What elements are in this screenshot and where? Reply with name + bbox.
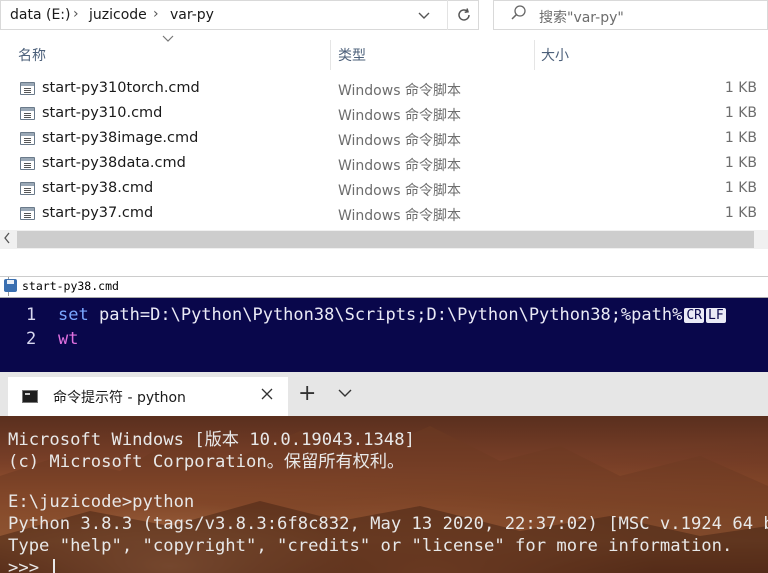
file-name: start-py310torch.cmd [42, 80, 200, 96]
line-number: 1 [26, 305, 37, 325]
chevron-down-icon[interactable] [338, 387, 352, 402]
line-number: 2 [26, 329, 37, 349]
file-size: 1 KB [724, 155, 757, 171]
file-size: 1 KB [724, 180, 757, 196]
file-size: 1 KB [724, 105, 757, 121]
file-row[interactable]: start-py38.cmd Windows 命令脚本 1 KB [0, 177, 768, 202]
refresh-button[interactable] [447, 0, 480, 30]
editor-tab-label[interactable]: start-py38.cmd [22, 279, 119, 293]
terminal-prompt-line[interactable]: >>> [8, 558, 56, 573]
cmd-file-icon [20, 132, 35, 145]
file-name: start-py38.cmd [42, 180, 154, 196]
file-type: Windows 命令脚本 [338, 208, 461, 224]
code-text: path=D:\Python\Python38\Scripts;D:\Pytho… [88, 305, 683, 325]
cmd-file-icon [20, 182, 35, 195]
file-size: 1 KB [724, 205, 757, 221]
code-editor[interactable]: 1 set path=D:\Python\Python38\Scripts;D:… [0, 298, 768, 372]
address-bar[interactable]: data (E:) › juzicode › var-py [0, 0, 479, 30]
eol-marker-lf: LF [706, 308, 726, 323]
file-type: Windows 命令脚本 [338, 133, 461, 149]
save-icon [4, 279, 17, 292]
column-header-name[interactable]: 名称 [18, 45, 46, 65]
close-icon[interactable] [261, 386, 273, 404]
file-row[interactable]: start-py38data.cmd Windows 命令脚本 1 KB [0, 152, 768, 177]
terminal-line: Python 3.8.3 (tags/v3.8.3:6f8c832, May 1… [8, 514, 768, 534]
scroll-left-icon[interactable] [3, 231, 11, 248]
search-placeholder[interactable]: 搜索"var-py" [539, 7, 624, 27]
file-type: Windows 命令脚本 [338, 183, 461, 199]
column-header-type[interactable]: 类型 [338, 45, 366, 65]
cmd-file-icon [20, 82, 35, 95]
file-size: 1 KB [724, 80, 757, 96]
chevron-down-icon[interactable] [417, 8, 431, 27]
column-divider[interactable] [330, 40, 331, 70]
file-row[interactable]: start-py38image.cmd Windows 命令脚本 1 KB [0, 127, 768, 152]
code-line[interactable]: wt [58, 329, 78, 349]
file-row[interactable]: start-py37.cmd Windows 命令脚本 1 KB [0, 202, 768, 227]
file-name: start-py38image.cmd [42, 130, 199, 146]
terminal-tab-label[interactable]: 命令提示符 - python [53, 387, 186, 407]
new-tab-button[interactable]: + [298, 381, 316, 406]
column-divider[interactable] [534, 40, 535, 70]
terminal-output[interactable]: Microsoft Windows [版本 10.0.19043.1348] (… [0, 416, 768, 573]
eol-marker-cr: CR [684, 308, 704, 323]
python-prompt: >>> [8, 558, 50, 573]
terminal-line: (c) Microsoft Corporation。保留所有权利。 [8, 452, 405, 472]
breadcrumb-drive[interactable]: data (E:) [10, 7, 70, 23]
column-header-size[interactable]: 大小 [541, 45, 569, 65]
file-type: Windows 命令脚本 [338, 83, 461, 99]
file-name: start-py38data.cmd [42, 155, 186, 171]
cmd-prompt-icon [22, 390, 38, 403]
file-name: start-py310.cmd [42, 105, 163, 121]
file-row[interactable]: start-py310.cmd Windows 命令脚本 1 KB [0, 102, 768, 127]
cmd-file-icon [20, 107, 35, 120]
sort-chevron-icon [162, 33, 174, 46]
code-keyword: set [58, 305, 89, 325]
file-explorer: data (E:) › juzicode › var-py 搜索"var-py"… [0, 0, 768, 276]
text-cursor [53, 559, 56, 573]
cmd-file-icon [20, 207, 35, 220]
file-type: Windows 命令脚本 [338, 158, 461, 174]
search-input[interactable] [493, 0, 768, 30]
cmd-file-icon [20, 157, 35, 170]
code-line[interactable]: set path=D:\Python\Python38\Scripts;D:\P… [58, 305, 726, 325]
code-keyword: wt [58, 329, 79, 349]
file-type: Windows 命令脚本 [338, 108, 461, 124]
refresh-icon [458, 8, 470, 21]
terminal-line: Type "help", "copyright", "credits" or "… [8, 536, 733, 556]
terminal-line: E:\juzicode>python [8, 492, 195, 512]
scrollbar-thumb[interactable] [17, 231, 754, 248]
breadcrumb-separator-icon[interactable]: › [73, 6, 79, 22]
file-row[interactable]: start-py310torch.cmd Windows 命令脚本 1 KB [0, 77, 768, 102]
breadcrumb-current-folder[interactable]: var-py [170, 7, 214, 23]
breadcrumb-separator-icon[interactable]: › [153, 6, 159, 22]
file-name: start-py37.cmd [42, 205, 154, 221]
breadcrumb-folder[interactable]: juzicode [89, 7, 147, 23]
search-icon [510, 4, 528, 26]
file-size: 1 KB [724, 130, 757, 146]
